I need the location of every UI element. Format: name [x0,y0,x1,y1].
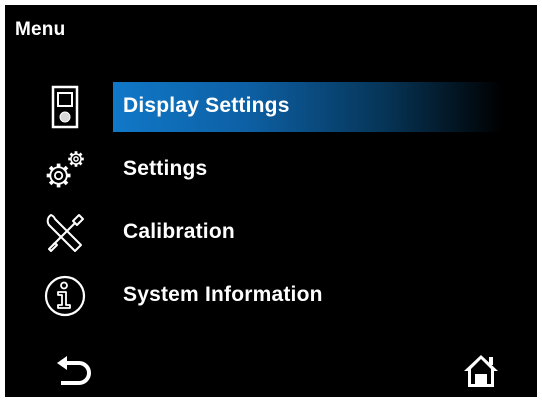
gears-icon [43,148,87,192]
menu-item-label: Settings [123,157,208,180]
menu-item-settings[interactable]: Settings [5,144,537,196]
page-title: Menu [15,19,66,40]
back-button[interactable] [53,355,93,391]
menu-item-label: System Information [123,283,323,306]
device-screen: Menu Display Settings Settings Calibrati… [5,5,537,397]
home-button[interactable] [461,353,501,394]
home-icon [462,353,500,394]
info-icon [43,274,87,318]
menu-item-system-information[interactable]: System Information [5,270,537,322]
tools-icon [43,211,87,255]
menu-item-label: Calibration [123,220,235,243]
menu-item-display-settings[interactable]: Display Settings [5,81,537,133]
menu-item-label: Display Settings [123,94,290,117]
menu-item-calibration[interactable]: Calibration [5,207,537,259]
display-icon [43,85,87,129]
back-arrow-icon [53,354,93,393]
